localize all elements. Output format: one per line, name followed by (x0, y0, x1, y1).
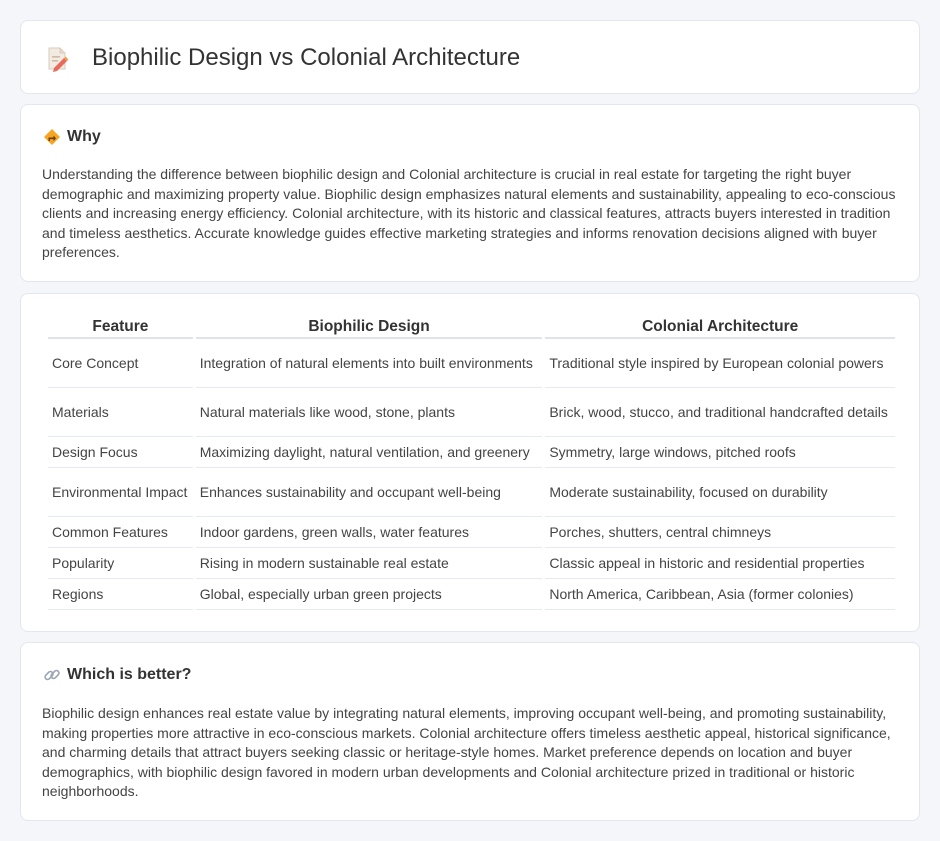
biophilic-cell: Enhances sustainability and occupant wel… (195, 468, 543, 517)
biophilic-cell: Natural materials like wood, stone, plan… (195, 388, 543, 437)
table-row: Materials Natural materials like wood, s… (48, 388, 895, 437)
why-text: Understanding the difference between bio… (42, 166, 896, 260)
colonial-cell: Traditional style inspired by European c… (545, 339, 895, 388)
table-row: Environmental Impact Enhances sustainabi… (48, 468, 895, 517)
table-row: Design Focus Maximizing daylight, natura… (48, 437, 895, 468)
table-row: Popularity Rising in modern sustainable … (48, 548, 895, 579)
why-heading-label: Why (67, 128, 101, 145)
biophilic-cell: Integration of natural elements into bui… (195, 339, 543, 388)
better-text: Biophilic design enhances real estate va… (42, 705, 891, 799)
feature-cell: Environmental Impact (48, 468, 193, 517)
biophilic-cell: Indoor gardens, green walls, water featu… (195, 517, 543, 548)
better-heading: Which is better? (43, 666, 191, 684)
feature-cell: Design Focus (48, 437, 193, 468)
comparison-table: Feature Biophilic Design Colonial Archit… (45, 317, 898, 610)
column-header-colonial: Colonial Architecture (545, 317, 895, 339)
better-heading-label: Which is better? (67, 666, 192, 683)
biophilic-cell: Maximizing daylight, natural ventilation… (195, 437, 543, 468)
document-pen-icon (46, 46, 70, 72)
colonial-cell: Symmetry, large windows, pitched roofs (545, 437, 895, 468)
comparison-section: Feature Biophilic Design Colonial Archit… (20, 293, 920, 632)
colonial-cell: Porches, shutters, central chimneys (545, 517, 895, 548)
colonial-cell: Moderate sustainability, focused on dura… (545, 468, 895, 517)
link-icon (43, 666, 61, 684)
biophilic-cell: Global, especially urban green projects (195, 579, 543, 610)
feature-cell: Common Features (48, 517, 193, 548)
column-header-feature: Feature (48, 317, 193, 339)
why-section: Why Understanding the difference between… (20, 104, 920, 282)
diamond-sign-icon (43, 128, 61, 146)
feature-cell: Materials (48, 388, 193, 437)
biophilic-cell: Rising in modern sustainable real estate (195, 548, 543, 579)
why-heading: Why (43, 128, 101, 146)
page-title: Biophilic Design vs Colonial Architectur… (92, 44, 521, 71)
feature-cell: Core Concept (48, 339, 193, 388)
colonial-cell: Classic appeal in historic and residenti… (545, 548, 895, 579)
feature-cell: Popularity (48, 548, 193, 579)
table-row: Regions Global, especially urban green p… (48, 579, 895, 610)
table-row: Common Features Indoor gardens, green wa… (48, 517, 895, 548)
which-is-better-section: Which is better? Biophilic design enhanc… (20, 642, 920, 821)
header-card: Biophilic Design vs Colonial Architectur… (20, 20, 920, 94)
table-header-row: Feature Biophilic Design Colonial Archit… (48, 317, 895, 339)
table-row: Core Concept Integration of natural elem… (48, 339, 895, 388)
column-header-biophilic: Biophilic Design (195, 317, 543, 339)
colonial-cell: North America, Caribbean, Asia (former c… (545, 579, 895, 610)
colonial-cell: Brick, wood, stucco, and traditional han… (545, 388, 895, 437)
feature-cell: Regions (48, 579, 193, 610)
